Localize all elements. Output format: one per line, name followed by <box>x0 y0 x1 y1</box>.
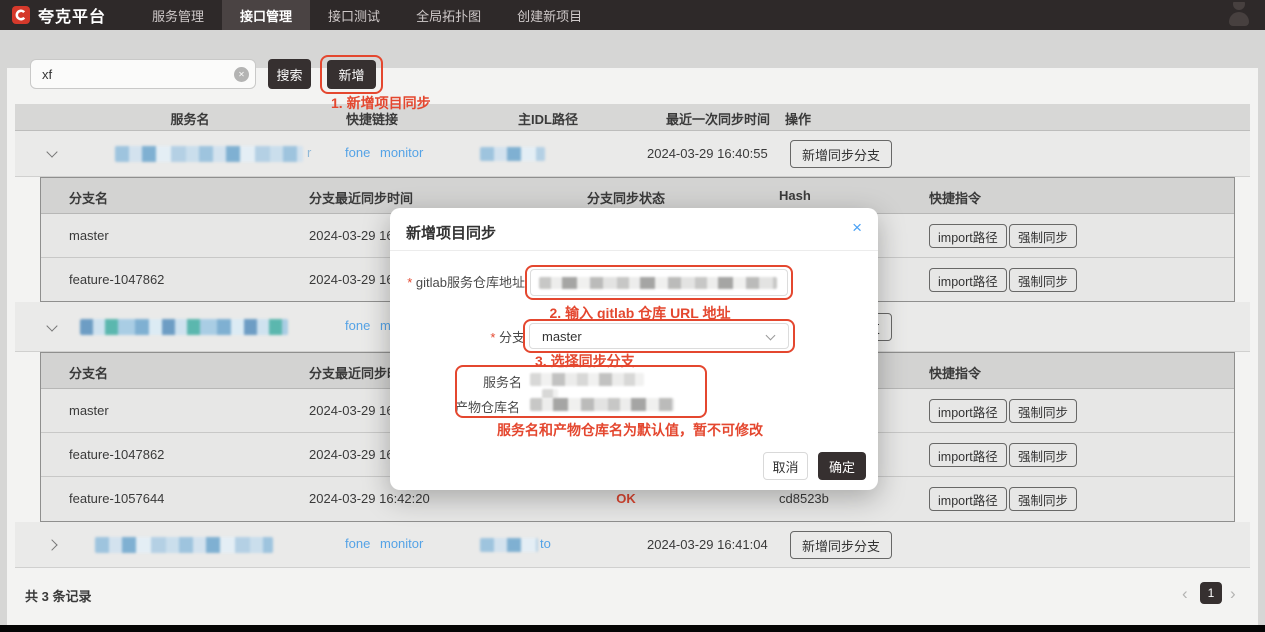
artifact-repo-label: 产物仓库名 <box>455 397 520 416</box>
force-sync-button[interactable]: 强制同步 <box>1009 443 1077 467</box>
nav-item-service-mgmt[interactable]: 服务管理 <box>134 0 222 30</box>
app-screen: 夸克平台 服务管理 接口管理 接口测试 全局拓扑图 创建新项目 ✕ 搜索 新增 … <box>0 0 1265 632</box>
redacted-idl-path <box>480 538 538 552</box>
top-nav: 夸克平台 服务管理 接口管理 接口测试 全局拓扑图 创建新项目 <box>0 0 1265 30</box>
redacted-service-name <box>115 146 303 162</box>
link-fone[interactable]: fone <box>345 145 370 160</box>
add-sync-branch-button[interactable]: 新增同步分支 <box>790 531 892 559</box>
redacted-service-name <box>95 537 273 553</box>
repo-url-input[interactable] <box>530 269 788 296</box>
chevron-down-icon <box>766 331 776 341</box>
cancel-button[interactable]: 取消 <box>763 452 808 480</box>
annotation-step2: 2. 输入 gitlab 仓库 URL 地址 <box>535 303 745 323</box>
service-name-label: 服务名 <box>483 372 522 391</box>
nav-item-interface-test[interactable]: 接口测试 <box>310 0 398 30</box>
import-path-button[interactable]: import路径 <box>929 443 1007 467</box>
search-button[interactable]: 搜索 <box>268 59 311 89</box>
user-avatar-icon[interactable] <box>1227 2 1251 28</box>
pagination-page-1[interactable]: 1 <box>1200 582 1222 604</box>
add-sync-branch-button[interactable]: 新增同步分支 <box>790 140 892 168</box>
col-quick-cmd: 快捷指令 <box>929 363 981 382</box>
import-path-button[interactable]: import路径 <box>929 268 1007 292</box>
import-path-button[interactable]: import路径 <box>929 399 1007 423</box>
last-sync-time: 2024-03-29 16:40:55 <box>647 146 768 161</box>
modal-divider <box>390 250 878 251</box>
force-sync-button[interactable]: 强制同步 <box>1009 224 1077 248</box>
chevron-down-icon[interactable] <box>46 146 57 157</box>
branch-name: master <box>69 403 109 418</box>
idl-path-suffix: to <box>540 536 551 551</box>
col-idl-path: 主IDL路径 <box>498 109 598 128</box>
link-fone[interactable]: fone <box>345 536 370 551</box>
branch-name: feature-1057644 <box>69 491 164 506</box>
col-quick-cmd: 快捷指令 <box>929 188 981 207</box>
nav-item-interface-mgmt[interactable]: 接口管理 <box>222 0 310 30</box>
annotation-note: 服务名和产物仓库名为默认值，暂不可修改 <box>480 420 780 440</box>
col-last-sync: 最近一次同步时间 <box>648 109 788 128</box>
table-row[interactable]: fone monitor to 2024-03-29 16:41:04 新增同步… <box>15 522 1250 568</box>
redacted-service-name <box>80 319 288 335</box>
annotation-step1: 1. 新增项目同步 <box>331 93 431 113</box>
pagination-prev-icon[interactable]: ‹ <box>1182 584 1188 604</box>
nav-item-new-project[interactable]: 创建新项目 <box>499 0 600 30</box>
branch-name: feature-1047862 <box>69 447 164 462</box>
chevron-right-icon[interactable] <box>46 539 57 550</box>
service-name-suffix: r <box>307 145 311 160</box>
add-button[interactable]: 新增 <box>327 60 376 89</box>
redacted-repo-url <box>539 277 777 289</box>
branch-name: feature-1047862 <box>69 272 164 287</box>
import-path-button[interactable]: import路径 <box>929 224 1007 248</box>
branch-label: 分支 <box>400 327 525 346</box>
branch-select[interactable]: master <box>529 323 789 349</box>
modal-title: 新增项目同步 <box>406 222 496 243</box>
confirm-button[interactable]: 确定 <box>818 452 866 480</box>
col-branch-status: 分支同步状态 <box>581 188 671 207</box>
last-sync-time: 2024-03-29 16:41:04 <box>647 537 768 552</box>
add-project-sync-modal: 新增项目同步 × gitlab服务仓库地址 2. 输入 gitlab 仓库 UR… <box>390 208 878 490</box>
branch-status: OK <box>581 491 671 506</box>
search-input[interactable] <box>30 59 256 89</box>
link-monitor[interactable]: monitor <box>380 536 423 551</box>
close-icon[interactable]: × <box>852 218 862 238</box>
col-branch-name: 分支名 <box>69 188 108 207</box>
col-hash: Hash <box>779 188 811 203</box>
pagination-next-icon[interactable]: › <box>1230 584 1236 604</box>
col-service-name: 服务名 <box>140 109 240 128</box>
table-row[interactable]: r fone monitor 2024-03-29 16:40:55 新增同步分… <box>15 131 1250 177</box>
import-path-button[interactable]: import路径 <box>929 487 1007 511</box>
link-monitor[interactable]: monitor <box>380 145 423 160</box>
branch-name: master <box>69 228 109 243</box>
records-total: 共 3 条记录 <box>25 586 91 605</box>
bottom-bar <box>0 625 1265 632</box>
redacted-service-value <box>530 373 644 386</box>
col-branch-time: 分支最近同步时间 <box>309 188 413 207</box>
branch-select-value: master <box>542 329 582 344</box>
branch-hash: cd8523b <box>779 491 829 506</box>
col-branch-name: 分支名 <box>69 363 108 382</box>
brand-title: 夸克平台 <box>38 3 106 27</box>
annotation-step3: 3. 选择同步分支 <box>535 351 635 371</box>
force-sync-button[interactable]: 强制同步 <box>1009 399 1077 423</box>
redacted-idl-path <box>480 147 545 161</box>
redacted-artifact-value <box>530 398 674 411</box>
repo-url-label: gitlab服务仓库地址 <box>400 272 525 291</box>
col-actions: 操作 <box>785 109 811 128</box>
clear-search-icon[interactable]: ✕ <box>234 67 249 82</box>
nav-item-topology[interactable]: 全局拓扑图 <box>398 0 499 30</box>
link-fone[interactable]: fone <box>345 318 370 333</box>
force-sync-button[interactable]: 强制同步 <box>1009 268 1077 292</box>
chevron-down-icon[interactable] <box>46 320 57 331</box>
force-sync-button[interactable]: 强制同步 <box>1009 487 1077 511</box>
table-header: 服务名 快捷链接 主IDL路径 最近一次同步时间 操作 <box>15 104 1250 131</box>
quark-logo-icon <box>12 6 30 24</box>
branch-sync-time: 2024-03-29 16:42:20 <box>309 491 430 506</box>
